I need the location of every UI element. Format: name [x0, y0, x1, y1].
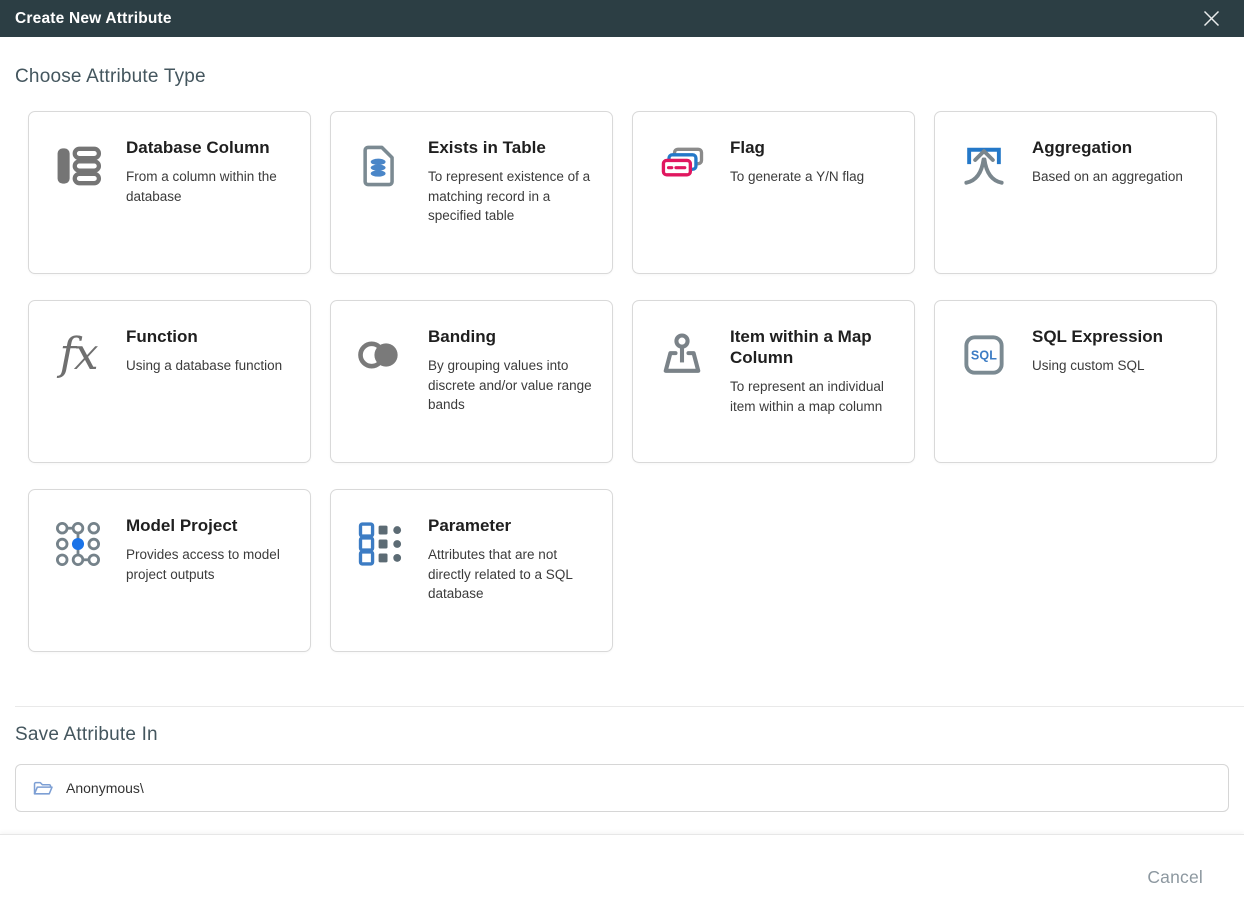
card-title: Exists in Table	[428, 137, 598, 158]
overlapping-circles-icon	[352, 327, 408, 383]
card-description: To represent an individual item within a…	[730, 377, 900, 416]
card-item-within-map-column[interactable]: Item within a Map Column To represent an…	[632, 300, 915, 463]
dialog-titlebar: Create New Attribute	[0, 0, 1244, 37]
sql-badge-icon: SQL	[956, 327, 1012, 383]
card-title: SQL Expression	[1032, 326, 1163, 347]
card-description: Using custom SQL	[1032, 356, 1163, 376]
card-title: Banding	[428, 326, 598, 347]
card-description: From a column within the database	[126, 167, 296, 206]
card-function[interactable]: fx Function Using a database function	[28, 300, 311, 463]
attribute-type-grid: Database Column From a column within the…	[28, 111, 1217, 652]
close-icon[interactable]	[1198, 6, 1224, 32]
database-column-icon	[50, 138, 106, 194]
card-aggregation[interactable]: Aggregation Based on an aggregation	[934, 111, 1217, 274]
card-description: Based on an aggregation	[1032, 167, 1183, 187]
node-grid-icon	[50, 516, 106, 572]
card-description: By grouping values into discrete and/or …	[428, 356, 598, 415]
save-location-picker[interactable]: Anonymous\	[15, 764, 1229, 812]
card-banding[interactable]: Banding By grouping values into discrete…	[330, 300, 613, 463]
card-title: Flag	[730, 137, 864, 158]
card-description: To generate a Y/N flag	[730, 167, 864, 187]
card-title: Model Project	[126, 515, 296, 536]
card-title: Database Column	[126, 137, 296, 158]
svg-text:SQL: SQL	[971, 349, 997, 363]
save-location-value: Anonymous\	[66, 780, 144, 796]
card-description: Using a database function	[126, 356, 282, 376]
fx-icon: fx	[50, 327, 106, 383]
dialog-footer: Cancel	[0, 834, 1244, 920]
card-description: Provides access to model project outputs	[126, 545, 296, 584]
merge-arrow-icon	[956, 138, 1012, 194]
card-title: Aggregation	[1032, 137, 1183, 158]
card-parameter[interactable]: Parameter Attributes that are not direct…	[330, 489, 613, 652]
card-database-column[interactable]: Database Column From a column within the…	[28, 111, 311, 274]
card-title: Function	[126, 326, 282, 347]
card-title: Parameter	[428, 515, 598, 536]
card-sql-expression[interactable]: SQL SQL Expression Using custom SQL	[934, 300, 1217, 463]
map-pin-icon	[654, 327, 710, 383]
card-title: Item within a Map Column	[730, 326, 900, 368]
choose-attribute-type-heading: Choose Attribute Type	[15, 66, 1244, 88]
list-grid-icon	[352, 516, 408, 572]
save-attribute-in-heading: Save Attribute In	[15, 724, 1244, 746]
cancel-button[interactable]: Cancel	[1147, 867, 1203, 888]
card-model-project[interactable]: Model Project Provides access to model p…	[28, 489, 311, 652]
document-database-icon	[352, 138, 408, 194]
card-flag[interactable]: Flag To generate a Y/N flag	[632, 111, 915, 274]
folder-icon	[32, 779, 53, 798]
section-divider	[15, 706, 1244, 707]
stacked-cards-icon	[654, 138, 710, 194]
card-exists-in-table[interactable]: Exists in Table To represent existence o…	[330, 111, 613, 274]
card-description: To represent existence of a matching rec…	[428, 167, 598, 226]
card-description: Attributes that are not directly related…	[428, 545, 598, 604]
dialog-title: Create New Attribute	[15, 10, 172, 28]
